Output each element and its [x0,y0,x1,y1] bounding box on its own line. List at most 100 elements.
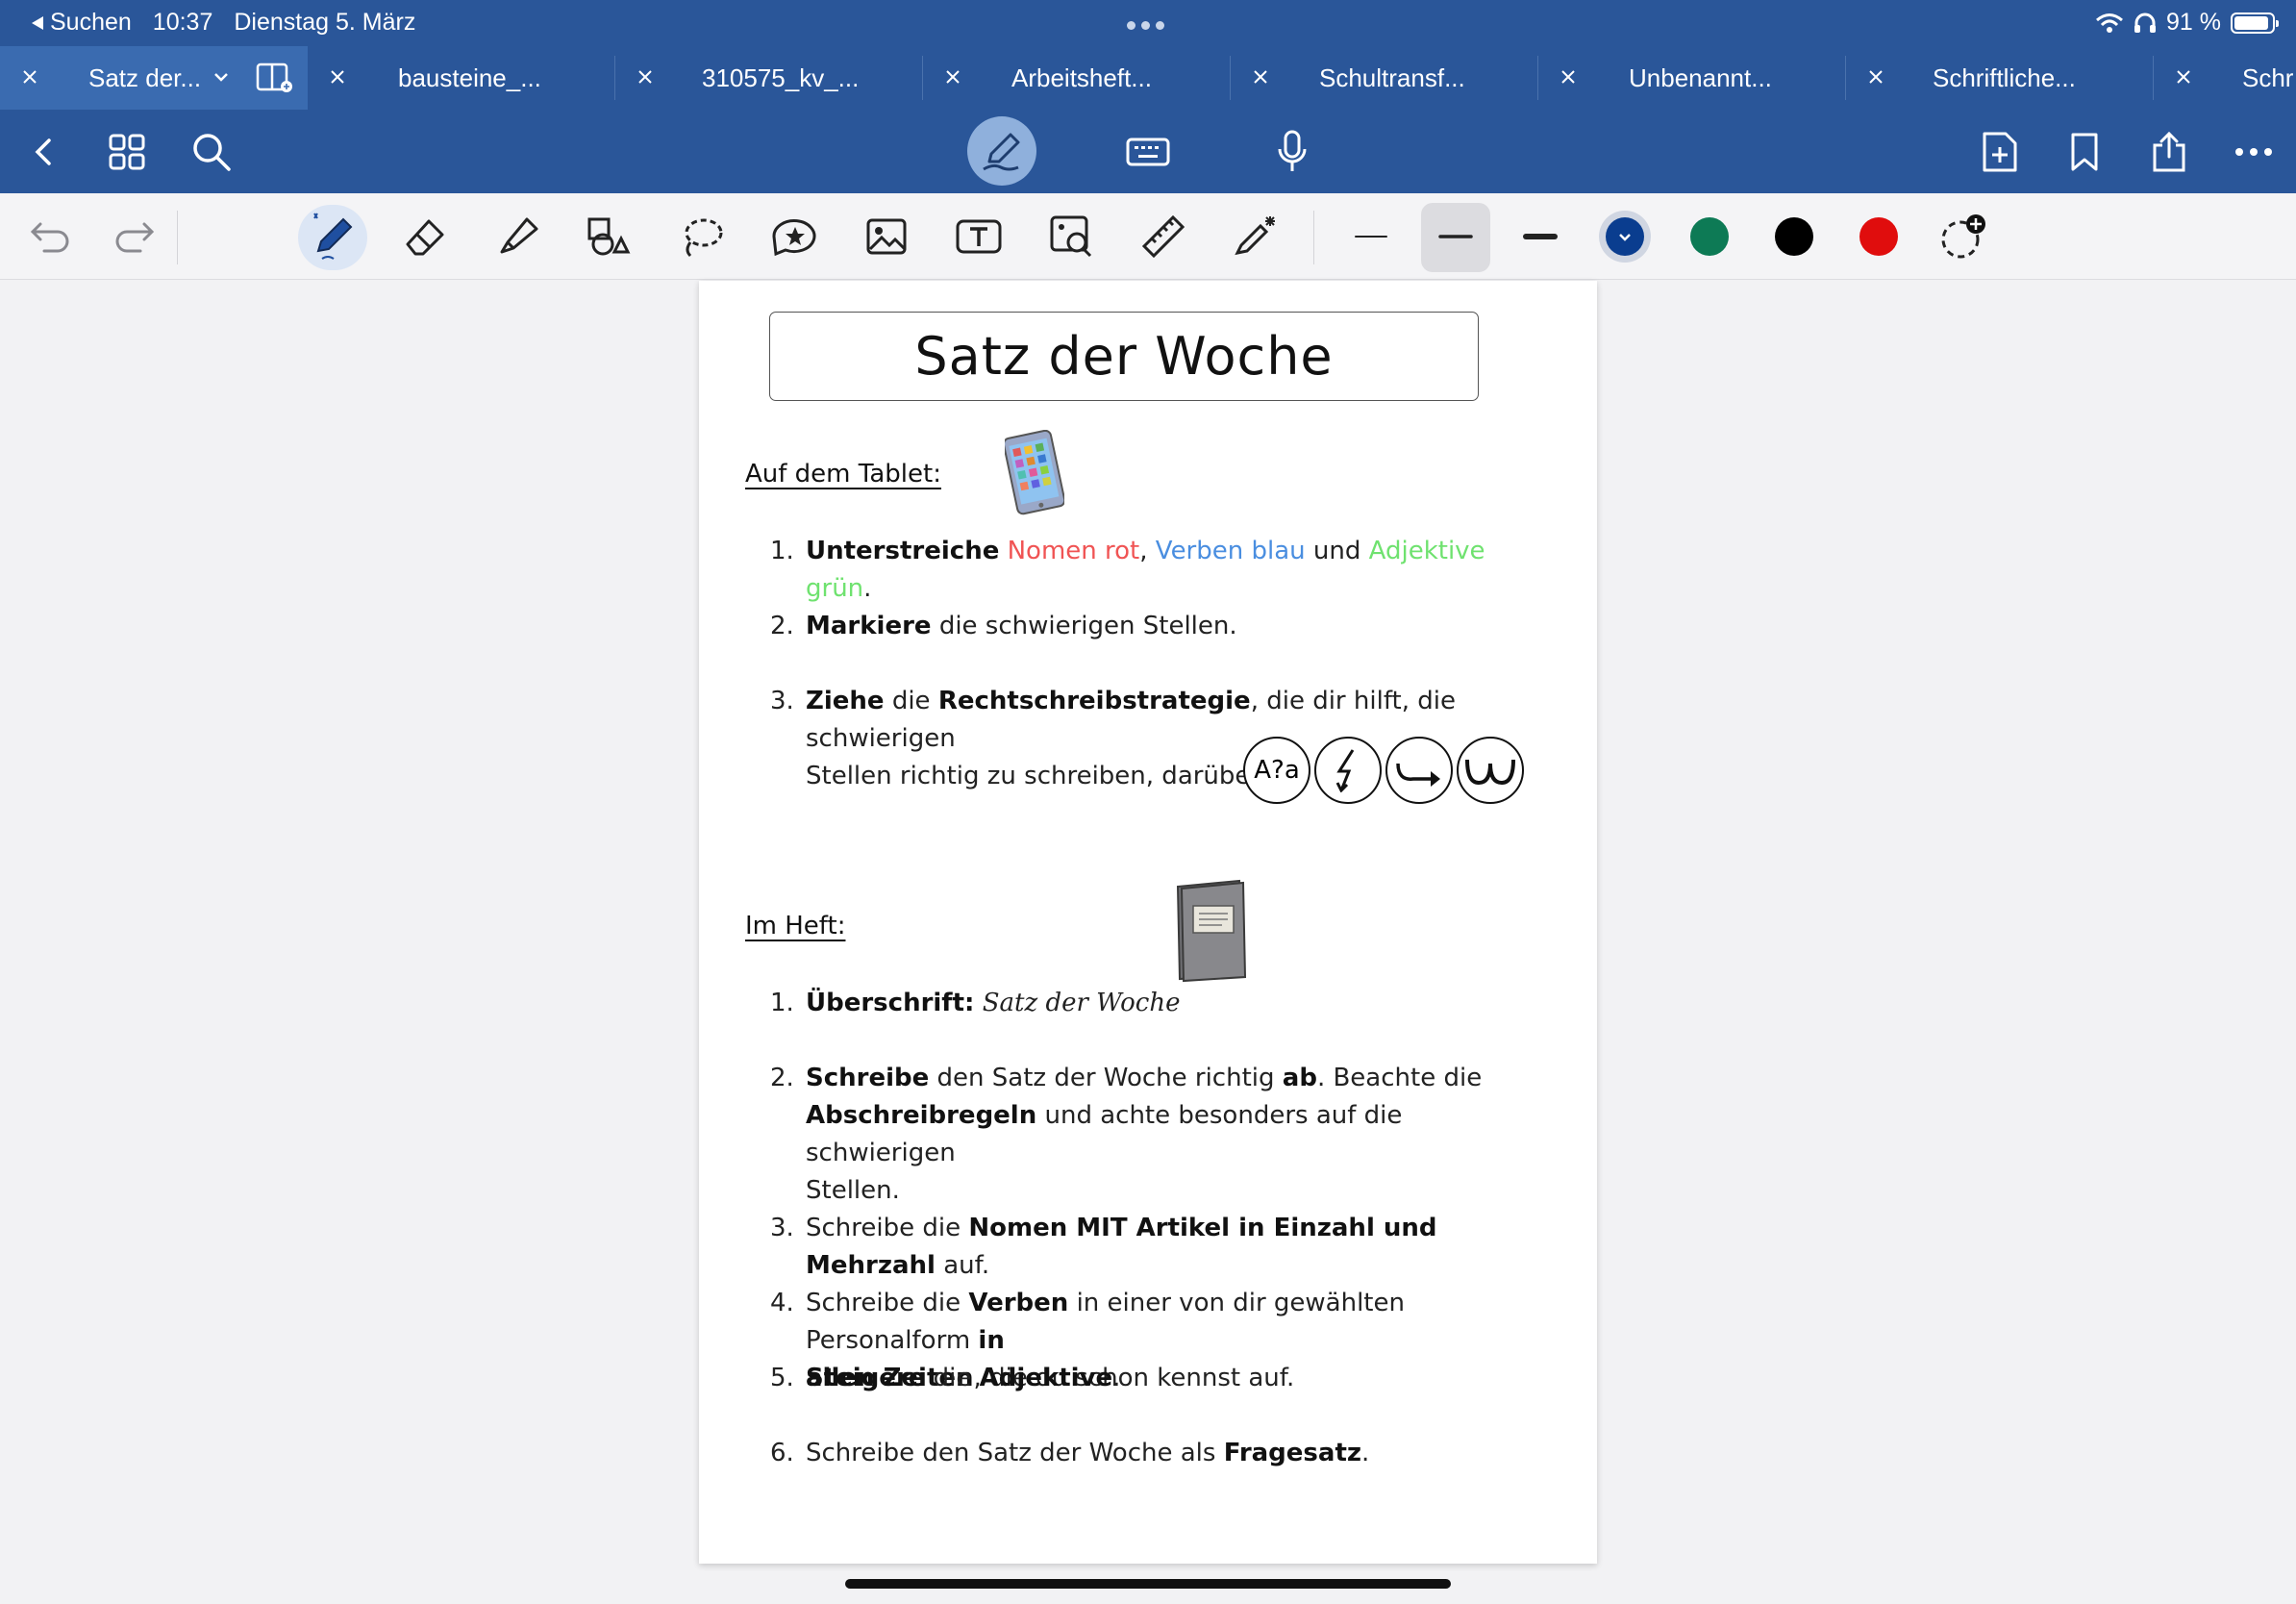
tab-arbeitsheft[interactable]: Arbeitsheft... [923,46,1231,110]
multitasking-dots-icon[interactable] [1127,21,1164,30]
highlighter-tool-button[interactable] [490,210,544,263]
stroke-thick-button[interactable] [1513,210,1567,263]
pen-tool-icon [313,213,353,260]
bookmark-button[interactable] [2059,127,2109,177]
close-icon[interactable] [1556,64,1581,89]
sticker-tool-button[interactable] [767,210,821,263]
section-heading-heft: Im Heft: [745,912,846,940]
keyboard-icon [1126,138,1170,166]
share-icon [2153,131,2185,172]
strategy-symbol-ableiten: A?a [1243,737,1310,804]
close-icon[interactable] [633,64,658,89]
shapes-tool-button[interactable] [583,210,636,263]
redo-icon [115,222,155,253]
draw-mode-button[interactable] [967,116,1036,186]
add-color-button[interactable] [1936,210,1990,263]
document-page[interactable]: Satz der Woche Auf dem Tablet: 1. Unters… [699,281,1597,1564]
more-button[interactable] [2229,127,2279,177]
add-page-icon [1983,132,2017,172]
tab-310575-kv[interactable]: 310575_kv_... [615,46,923,110]
home-indicator[interactable] [845,1579,1451,1589]
eraser-icon [406,219,444,256]
chevron-down-icon[interactable] [212,67,231,87]
more-icon [2235,148,2272,156]
page-title: Satz der Woche [914,326,1334,387]
battery-percent: 91 % [2166,9,2221,36]
notebook-illustration [1176,879,1247,983]
grid-icon [109,134,145,170]
close-icon[interactable] [17,64,42,89]
stroke-thick-icon [1523,234,1558,239]
tab-label: Schr [2242,63,2294,92]
color-black-swatch[interactable] [1767,210,1821,263]
microphone-icon [1278,130,1307,171]
tablet-illustration [1005,430,1064,515]
highlighter-icon [500,217,538,254]
strategy-symbol-verlaengern [1385,737,1453,804]
grid-view-button[interactable] [102,127,152,177]
scan-image-icon [1050,215,1092,258]
headphones-icon [2134,13,2157,33]
text-tool-button[interactable] [952,210,1006,263]
tab-schr[interactable]: Schr [2154,46,2296,110]
undo-icon [30,222,69,253]
close-icon[interactable] [325,64,350,89]
back-to-app-link[interactable]: Suchen [31,9,132,37]
scan-tool-button[interactable] [1044,210,1098,263]
chevron-left-icon [35,138,51,165]
section-heading-tablet: Auf dem Tablet: [745,460,941,489]
magic-pen-tool-button[interactable] [1229,210,1283,263]
tab-schriftliche[interactable]: Schriftliche... [1846,46,2154,110]
tab-label: 310575_kv_... [702,63,860,92]
battery-icon [2231,12,2279,34]
add-color-icon [1941,214,1985,259]
app-toolbar [0,110,2296,193]
stroke-medium-button[interactable] [1429,210,1483,263]
pen-tool-button[interactable] [306,210,360,263]
tab-label: Schultransf... [1319,63,1465,92]
close-icon[interactable] [940,64,965,89]
split-view-icon[interactable] [256,62,294,94]
color-red-swatch[interactable] [1852,210,1906,263]
image-tool-button[interactable] [860,210,913,263]
lasso-tool-button[interactable] [675,210,729,263]
search-button[interactable] [187,127,237,177]
tab-label: Unbenannt... [1629,63,1772,92]
color-green-swatch[interactable] [1683,210,1736,263]
share-button[interactable] [2144,127,2194,177]
lightning-icon [1335,749,1355,792]
color-blue-swatch[interactable] [1598,210,1652,263]
syllable-arc-icon [1465,759,1515,786]
tab-label: Schriftliche... [1933,63,2076,92]
status-date: Dienstag 5. März [234,9,416,36]
tab-unbenannt[interactable]: Unbenannt... [1538,46,1846,110]
tab-schultransfer[interactable]: Schultransf... [1231,46,1538,110]
close-icon[interactable] [2171,64,2196,89]
strategy-symbol-merken [1314,737,1382,804]
strategy-symbol-schwingen [1457,737,1524,804]
back-triangle-icon [32,15,43,30]
close-icon[interactable] [1248,64,1273,89]
keyboard-button[interactable] [1123,127,1173,177]
stroke-medium-icon [1438,235,1473,238]
tab-satz-der-woche[interactable]: Satz der... [0,46,308,110]
text-box-icon [956,219,1002,254]
stroke-thin-button[interactable] [1344,210,1398,263]
eraser-tool-button[interactable] [398,210,452,263]
tab-bausteine[interactable]: bausteine_... [308,46,615,110]
ruler-tool-button[interactable] [1136,210,1190,263]
undo-button[interactable] [23,210,77,263]
dictate-button[interactable] [1267,127,1317,177]
magic-wand-icon [1235,216,1275,256]
extend-arrow-icon [1396,763,1440,787]
search-icon [193,134,231,171]
add-page-button[interactable] [1975,127,2025,177]
close-icon[interactable] [1863,64,1888,89]
drawing-toolbar [0,193,2296,280]
tab-label: Arbeitsheft... [1011,63,1152,92]
wifi-icon [2096,13,2123,33]
back-button[interactable] [19,127,69,177]
redo-button[interactable] [108,210,162,263]
image-icon [866,218,907,255]
tab-label: Satz der... [88,63,202,92]
